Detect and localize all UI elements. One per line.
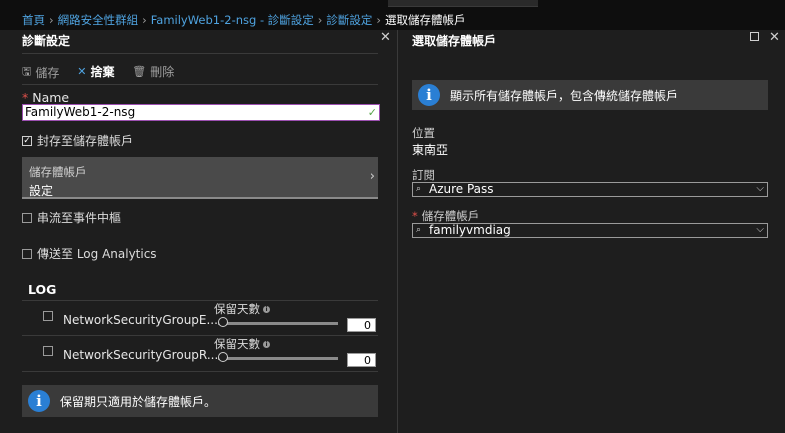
retention-days-input[interactable]: 0 <box>347 318 376 332</box>
retention-days-label: 保留天數 i <box>214 336 270 352</box>
name-input-value: FamilyWeb1-2-nsg <box>25 105 136 119</box>
send-to-log-analytics-checkbox[interactable]: 傳送至 Log Analytics <box>22 245 157 262</box>
title-divider <box>22 53 378 54</box>
trash-icon: 🗑 <box>132 65 147 78</box>
storage-account-label-text: 儲存體帳戶 <box>421 209 480 223</box>
log-row-checkbox[interactable] <box>43 311 53 321</box>
maximize-icon <box>750 32 759 41</box>
location-label: 位置 <box>412 126 435 140</box>
storage-account-value: familyvmdiag <box>429 223 511 237</box>
discard-button[interactable]: ✕ 捨棄 <box>77 63 114 80</box>
select-storage-account-blade: 選取儲存體帳戶 ✕ i 顯示所有儲存體帳戶，包含傳統儲存體帳戶 位置 東南亞 訂… <box>398 30 785 433</box>
location-value: 東南亞 <box>412 143 449 157</box>
storage-account-dropdown[interactable]: ⌕ familyvmdiag ⌵ <box>412 223 768 238</box>
checkbox-unchecked-icon <box>22 248 32 259</box>
archive-checkbox-label: 封存至儲存體帳戶 <box>37 134 134 148</box>
storage-account-label: 儲存體帳戶 <box>29 165 87 179</box>
log-row-divider <box>22 371 378 372</box>
slider-track <box>218 322 338 325</box>
breadcrumb-select-storage: 選取儲存體帳戶 <box>385 13 466 27</box>
discard-label: 捨棄 <box>90 65 115 79</box>
valid-check-icon: ✓ <box>367 106 377 119</box>
breadcrumb-separator: › <box>317 13 323 27</box>
top-hint-bar <box>388 0 538 7</box>
storage-info-banner: i 顯示所有儲存體帳戶，包含傳統儲存體帳戶 <box>412 80 768 110</box>
chevron-right-icon: › <box>369 169 375 184</box>
info-icon: i <box>418 84 440 106</box>
stream-to-event-hub-checkbox[interactable]: 串流至事件中樞 <box>22 209 121 226</box>
toolbar: 🖫 儲存 ✕ 捨棄 🗑 刪除 <box>22 63 188 82</box>
log-row: NetworkSecurityGroupR... 保留天數 i 0 <box>22 336 378 370</box>
log-category-name: NetworkSecurityGroupR... <box>63 348 219 362</box>
save-button[interactable]: 🖫 儲存 <box>22 63 59 82</box>
retention-label-text: 保留天數 <box>214 337 260 351</box>
info-banner-text: 顯示所有儲存體帳戶，包含傳統儲存體帳戶 <box>450 88 679 103</box>
log-category-name: NetworkSecurityGroupE... <box>63 313 218 327</box>
retention-days-slider[interactable] <box>218 317 338 327</box>
chevron-down-icon: ⌵ <box>756 183 764 194</box>
slider-thumb[interactable] <box>218 352 228 362</box>
maximize-button[interactable] <box>750 30 759 45</box>
storage-account-value: 設定 <box>29 184 54 198</box>
info-icon[interactable]: i <box>263 341 270 348</box>
close-icon[interactable]: ✕ <box>380 30 391 45</box>
save-label: 儲存 <box>35 66 60 80</box>
name-label-text: Name <box>32 90 70 105</box>
delete-button[interactable]: 🗑 刪除 <box>132 63 174 80</box>
search-icon: ⌕ <box>416 184 422 194</box>
breadcrumb-separator: › <box>142 13 147 27</box>
search-icon: ⌕ <box>416 225 422 235</box>
required-mark: * <box>412 209 418 223</box>
delete-label: 刪除 <box>150 65 175 79</box>
slider-thumb[interactable] <box>218 317 228 327</box>
chevron-down-icon: ⌵ <box>756 224 764 235</box>
top-strip <box>0 0 785 10</box>
breadcrumb: 首頁 › 網路安全性群組 › FamilyWeb1-2-nsg - 診斷設定 › 診斷設定 ›… <box>0 10 785 30</box>
subscription-value: Azure Pass <box>429 182 494 196</box>
name-field-label: * Name <box>22 90 69 105</box>
retention-info-banner: i 保留期只適用於儲存體帳戶。 <box>22 385 378 417</box>
retention-days-slider[interactable] <box>218 352 338 362</box>
breadcrumb-home[interactable]: 首頁 <box>22 13 45 27</box>
log-analytics-checkbox-label: 傳送至 Log Analytics <box>37 247 157 261</box>
slider-track <box>218 357 338 360</box>
breadcrumb-nsg[interactable]: 網路安全性群組 <box>58 13 139 27</box>
breadcrumb-separator: › <box>376 13 381 27</box>
subscription-label: 訂閱 <box>412 168 435 182</box>
blade-title: 診斷設定 <box>22 34 71 48</box>
checkbox-checked-icon: ✓ <box>22 135 32 146</box>
retention-label-text: 保留天數 <box>214 302 260 316</box>
breadcrumb-nsg-diagnostics[interactable]: FamilyWeb1-2-nsg - 診斷設定 <box>151 13 314 27</box>
retention-days-input[interactable]: 0 <box>347 353 376 367</box>
breadcrumb-separator: › <box>49 13 54 27</box>
subscription-dropdown[interactable]: ⌕ Azure Pass ⌵ <box>412 182 768 197</box>
required-mark: * <box>22 90 29 105</box>
archive-to-storage-checkbox[interactable]: ✓ 封存至儲存體帳戶 <box>22 132 133 149</box>
name-input[interactable]: FamilyWeb1-2-nsg ✓ <box>22 104 380 121</box>
toolbar-divider <box>22 84 378 85</box>
retention-days-label: 保留天數 i <box>214 301 270 317</box>
log-row-checkbox[interactable] <box>43 346 53 356</box>
info-icon: i <box>28 390 50 412</box>
close-icon[interactable]: ✕ <box>769 30 780 45</box>
checkbox-unchecked-icon <box>22 212 32 223</box>
info-icon[interactable]: i <box>263 306 270 313</box>
event-hub-checkbox-label: 串流至事件中樞 <box>37 211 122 225</box>
log-row: NetworkSecurityGroupE... 保留天數 i 0 <box>22 301 378 335</box>
storage-account-field-label: * 儲存體帳戶 <box>412 208 479 224</box>
log-section-title: LOG <box>28 282 57 297</box>
close-icon: ✕ <box>77 65 87 78</box>
info-banner-text: 保留期只適用於儲存體帳戶。 <box>60 394 217 409</box>
blade-title: 選取儲存體帳戶 <box>412 34 497 48</box>
breadcrumb-diagnostic-settings[interactable]: 診斷設定 <box>326 13 372 27</box>
storage-account-selector[interactable]: 儲存體帳戶 設定 › <box>22 157 378 199</box>
diagnostic-settings-blade: 診斷設定 ✕ 🖫 儲存 ✕ 捨棄 🗑 刪除 * Name FamilyWeb1-2… <box>0 30 398 433</box>
save-icon: 🖫 <box>22 65 32 78</box>
